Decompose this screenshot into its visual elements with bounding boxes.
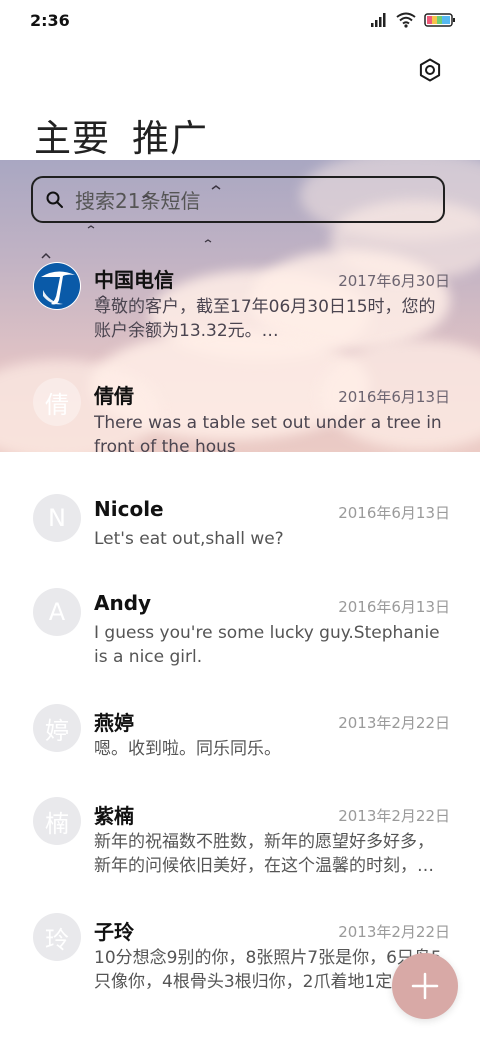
search-icon (46, 191, 63, 208)
conversation-item[interactable]: A Andy 2016年6月13日 I guess you're some lu… (0, 588, 480, 678)
messages-screen: 2:36 主要 推广 搜索21条短信 中国电信 2017年6月30日 尊敬的客户… (0, 0, 480, 1040)
message-date: 2013年2月22日 (338, 923, 450, 941)
contact-name: 紫楠 (94, 804, 134, 828)
conversation-item[interactable]: 倩 倩倩 2016年6月13日 There was a table set ou… (0, 378, 480, 458)
message-preview: 尊敬的客户，截至17年06月30日15时，您的账户余额为13.32元。… (94, 297, 436, 341)
tab-promotions[interactable]: 推广 (132, 108, 208, 162)
china-telecom-logo-icon (34, 263, 80, 309)
message-preview: There was a table set out under a tree i… (94, 413, 442, 457)
message-preview: 嗯。收到啦。同乐同乐。 (94, 739, 281, 759)
avatar: 倩 (33, 378, 81, 426)
contact-name: Andy (94, 591, 152, 615)
china-telecom-logo (33, 262, 81, 310)
message-date: 2016年6月13日 (338, 504, 450, 522)
contact-name: 子玲 (94, 920, 134, 944)
avatar: N (33, 494, 81, 542)
contact-name: 中国电信 (94, 268, 174, 292)
conversation-item[interactable]: 婷 燕婷 2013年2月22日 嗯。收到啦。同乐同乐。 (0, 704, 480, 774)
message-preview: I guess you're some lucky guy.Stephanie … (94, 623, 440, 667)
tab-primary[interactable]: 主要 (34, 108, 110, 162)
contact-name: 燕婷 (94, 711, 134, 735)
message-preview: Let's eat out,shall we? (94, 529, 284, 549)
avatar: 婷 (33, 704, 81, 752)
avatar: 玲 (33, 913, 81, 961)
avatar: 楠 (33, 797, 81, 845)
gear-icon (419, 58, 441, 82)
message-date: 2017年6月30日 (338, 272, 450, 290)
tab-bar: 主要 推广 (34, 108, 208, 162)
conversation-item[interactable]: 中国电信 2017年6月30日 尊敬的客户，截至17年06月30日15时，您的账… (0, 256, 480, 356)
battery-icon (424, 13, 455, 27)
search-input[interactable]: 搜索21条短信 (31, 176, 445, 223)
signal-icon (371, 13, 386, 27)
conversation-item[interactable]: N Nicole 2016年6月13日 Let's eat out,shall … (0, 494, 480, 574)
contact-name: 倩倩 (94, 384, 134, 408)
wifi-icon (396, 12, 416, 28)
message-date: 2016年6月13日 (338, 598, 450, 616)
status-bar: 2:36 (0, 0, 480, 40)
plus-icon (411, 972, 439, 1000)
status-icons (370, 12, 456, 28)
message-preview: 新年的祝福数不胜数，新年的愿望好多好多，新年的问候依旧美好，在这个温馨的时刻，… (94, 832, 434, 876)
avatar: A (33, 588, 81, 636)
settings-button[interactable] (414, 54, 446, 86)
message-date: 2013年2月22日 (338, 807, 450, 825)
contact-name: Nicole (94, 497, 164, 521)
search-placeholder: 搜索21条短信 (75, 189, 201, 213)
message-date: 2013年2月22日 (338, 714, 450, 732)
status-time: 2:36 (30, 11, 70, 30)
message-date: 2016年6月13日 (338, 388, 450, 406)
new-message-button[interactable] (392, 953, 458, 1019)
conversation-item[interactable]: 楠 紫楠 2013年2月22日 新年的祝福数不胜数，新年的愿望好多好多，新年的问… (0, 797, 480, 887)
